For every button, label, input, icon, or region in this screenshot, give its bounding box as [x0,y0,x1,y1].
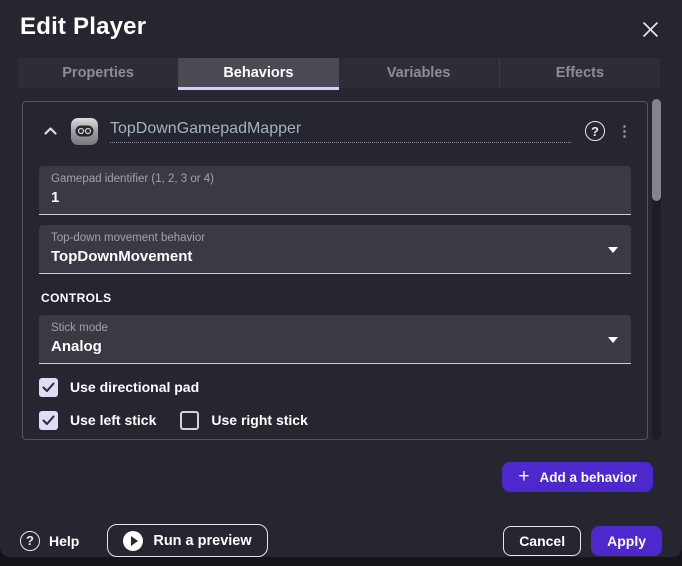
close-icon[interactable] [638,17,662,41]
use-directional-pad-checkbox[interactable] [39,378,58,397]
tab-behaviors[interactable]: Behaviors [178,58,338,88]
add-behavior-label: Add a behavior [539,470,637,485]
scrollbar-track[interactable] [652,99,661,440]
stick-mode-select[interactable]: Stick mode Analog [39,315,631,364]
tab-bar: Properties Behaviors Variables Effects [18,58,660,88]
tab-variables[interactable]: Variables [339,58,499,88]
help-icon: ? [20,531,40,551]
page-title: Edit Player [20,13,638,41]
run-preview-button[interactable]: Run a preview [107,524,267,557]
behavior-panel: TopDownGamepadMapper ? ⋮ Gamepad identif… [22,101,648,440]
field-label: Stick mode [51,322,619,334]
dropdown-caret-icon [608,247,618,253]
field-label: Gamepad identifier (1, 2, 3 or 4) [51,173,619,185]
behavior-help-icon[interactable]: ? [585,121,605,141]
behaviors-scroll-area: TopDownGamepadMapper ? ⋮ Gamepad identif… [0,101,682,450]
field-value: TopDownMovement [51,248,619,265]
use-left-stick-checkbox[interactable] [39,411,58,430]
field-label: Top-down movement behavior [51,232,619,244]
add-behavior-row: + Add a behavior [0,462,653,492]
checkbox-label: Use left stick [70,412,156,428]
use-right-stick-checkbox[interactable] [180,411,199,430]
gamepad-icon [71,118,98,145]
play-icon [123,531,143,551]
plus-icon: + [518,467,529,486]
movement-behavior-select[interactable]: Top-down movement behavior TopDownMoveme… [39,225,631,274]
checkbox-row: Use directional pad [39,377,631,397]
field-value: Analog [51,338,619,355]
tab-effects[interactable]: Effects [499,58,660,88]
dropdown-caret-icon [608,337,618,343]
dialog-footer: ? Help Run a preview Cancel Apply [20,524,662,557]
behavior-name-field[interactable]: TopDownGamepadMapper [110,120,571,143]
behavior-header: TopDownGamepadMapper ? ⋮ [39,112,631,150]
behavior-menu-kebab-icon[interactable]: ⋮ [617,124,631,139]
checkbox-label: Use right stick [211,412,307,428]
controls-section-title: CONTROLS [41,291,631,305]
cancel-button[interactable]: Cancel [503,526,581,556]
edit-player-dialog: Edit Player Properties Behaviors Variabl… [0,0,682,557]
add-behavior-button[interactable]: + Add a behavior [502,462,653,492]
checkbox-row: Use left stick Use right stick [39,410,631,430]
help-label: Help [49,533,79,549]
scrollbar-thumb[interactable] [652,99,661,201]
apply-button[interactable]: Apply [591,526,662,556]
run-preview-label: Run a preview [153,533,251,549]
collapse-chevron-up-icon[interactable] [39,120,61,142]
gamepad-identifier-field[interactable]: Gamepad identifier (1, 2, 3 or 4) 1 [39,166,631,215]
help-button[interactable]: ? Help [20,531,79,551]
checkbox-label: Use directional pad [70,379,199,395]
dialog-header: Edit Player [0,0,682,41]
tab-properties[interactable]: Properties [18,58,178,88]
field-value: 1 [51,189,619,206]
